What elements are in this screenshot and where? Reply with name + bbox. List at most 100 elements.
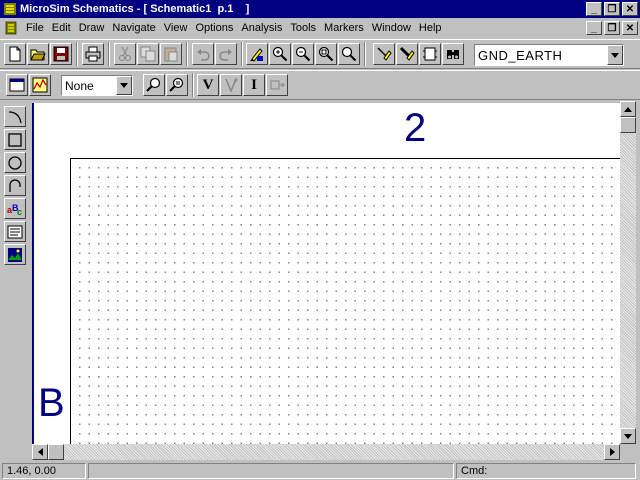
menu-edit[interactable]: Edit [48,18,75,38]
doc-restore-button[interactable]: ❐ [604,21,620,35]
differential-voltage-button[interactable] [220,74,242,96]
separator [76,42,78,66]
text-box-button[interactable] [4,221,26,242]
zoom-out-icon [295,46,311,62]
arrow-up-icon [624,106,632,112]
zoom-area-button[interactable] [315,43,337,65]
menu-help[interactable]: Help [415,18,446,38]
find-button[interactable] [143,74,165,96]
menu-navigate[interactable]: Navigate [108,18,159,38]
copy-button[interactable] [137,43,159,65]
draw-bus-button[interactable] [396,43,418,65]
zoom-out-button[interactable] [292,43,314,65]
schematic-canvas[interactable]: 2 B [32,103,620,444]
scissors-icon [119,46,131,61]
scroll-left-button[interactable] [32,444,48,460]
title-bar[interactable]: MicroSim Schematics - [ Schematic1 p.1 ]… [0,0,640,18]
part-name-combo[interactable]: GND_EARTH [474,44,624,66]
open-folder-icon [30,49,46,61]
bus-pencil-icon [399,46,415,61]
draw-box-button[interactable] [4,129,26,150]
vertical-scrollbar[interactable] [620,101,636,444]
zone-row-label: B [38,381,65,425]
zone-column-label: 2 [404,106,427,150]
draw-block-button[interactable] [419,43,441,65]
scroll-up-button[interactable] [620,101,636,117]
menu-window[interactable]: Window [368,18,415,38]
cut-button[interactable] [114,43,136,65]
separator [186,42,188,66]
redo-icon [219,49,232,61]
scrollbar-corner [620,444,636,460]
menu-view[interactable]: View [160,18,192,38]
secondary-toolbar: None V I [0,70,640,100]
paste-icon [164,47,178,62]
drawing-grid[interactable] [70,158,620,444]
current-marker-button[interactable]: I [243,74,265,96]
svg-text:c: c [17,207,22,217]
rectangle-icon [8,132,22,147]
minimize-icon: _ [591,3,597,15]
get-part-button[interactable] [442,43,464,65]
schematic-workspace: 2 B [30,101,636,460]
redo-button[interactable] [215,43,237,65]
draw-circle-button[interactable] [4,152,26,173]
command-field: Cmd: [456,463,636,479]
minimize-button[interactable]: _ [586,2,602,16]
vertical-scroll-thumb[interactable] [620,117,636,133]
menu-analysis[interactable]: Analysis [237,18,286,38]
draw-wire-button[interactable] [373,43,395,65]
arrow-right-icon [609,448,615,456]
display-mode-value: None [65,78,94,93]
menu-draw[interactable]: Draw [75,18,109,38]
magnifier-list-icon [169,77,184,92]
doc-close-button[interactable]: ✕ [622,21,638,35]
maximize-button[interactable]: ❐ [604,2,620,16]
chevron-down-icon[interactable] [607,45,623,65]
minimize-icon: _ [591,22,597,34]
app-icon[interactable] [3,2,17,16]
horizontal-scrollbar[interactable] [32,444,620,460]
pencil-icon [250,48,263,62]
open-button[interactable] [27,43,49,65]
text-abc-icon: a Bc [7,203,22,217]
voltage-label: V [202,76,214,93]
circle-icon [8,155,22,170]
save-button[interactable] [50,43,72,65]
doc-minimize-button[interactable]: _ [586,21,602,35]
text-button[interactable]: aBc [4,198,26,219]
undo-button[interactable] [192,43,214,65]
chevron-down-icon[interactable] [116,76,132,95]
draw-arc-button[interactable] [4,106,26,127]
zoom-all-button[interactable] [338,43,360,65]
redraw-button[interactable] [246,43,268,65]
close-button[interactable]: ✕ [622,2,638,16]
draw-polyline-button[interactable] [4,175,26,196]
print-button[interactable] [82,43,104,65]
waveform-icon [32,77,48,93]
run-probe-button[interactable] [29,74,51,96]
separator [192,73,194,97]
scroll-down-button[interactable] [620,428,636,444]
zoom-in-button[interactable] [269,43,291,65]
display-mode-combo[interactable]: None [61,75,133,96]
document-icon[interactable] [4,21,18,35]
polyline-icon [9,178,21,192]
menu-file[interactable]: File [22,18,48,38]
paste-button[interactable] [160,43,182,65]
insert-picture-button[interactable] [4,244,26,265]
menu-markers[interactable]: Markers [320,18,368,38]
scroll-right-button[interactable] [604,444,620,460]
floppy-disk-icon [53,46,69,62]
zoom-all-icon [341,46,357,62]
close-icon: ✕ [625,22,635,34]
wire-pencil-icon [377,47,392,61]
search-parts-button[interactable] [166,74,188,96]
show-markers-button[interactable] [266,74,288,96]
new-button[interactable] [4,43,26,65]
simulation-setup-button[interactable] [6,74,28,96]
menu-tools[interactable]: Tools [286,18,320,38]
voltage-marker-button[interactable]: V [197,74,219,96]
menu-options[interactable]: Options [191,18,237,38]
horizontal-scroll-thumb[interactable] [48,444,64,460]
